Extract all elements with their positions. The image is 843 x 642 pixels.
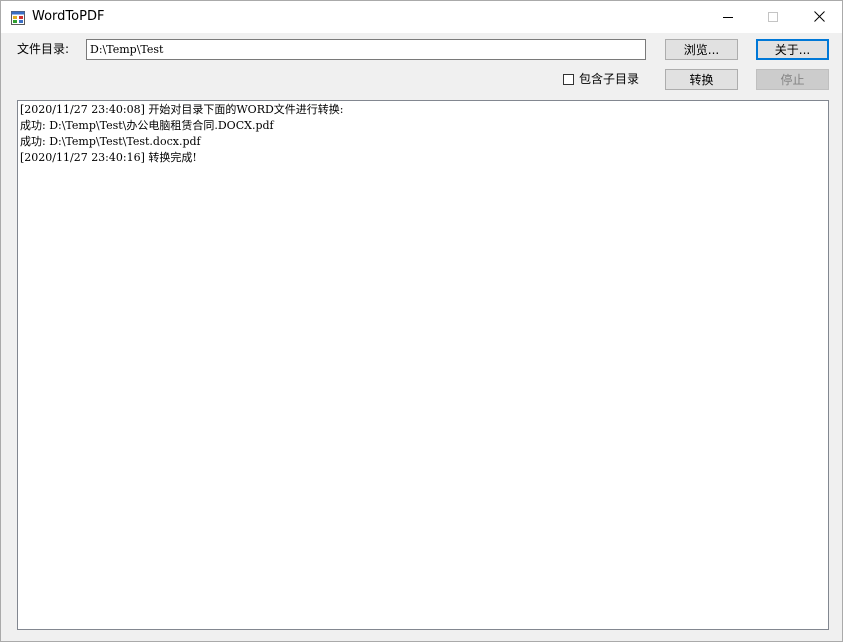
directory-input[interactable]: [86, 39, 646, 60]
stop-button: 停止: [756, 69, 829, 90]
log-line: 成功: D:\Temp\Test\办公电脑租赁合同.DOCX.pdf: [20, 119, 274, 132]
title-bar[interactable]: WordToPDF: [1, 1, 842, 33]
maximize-icon: [768, 7, 778, 26]
close-icon: [813, 7, 825, 26]
window-title: WordToPDF: [32, 9, 105, 24]
include-subdirs-checkbox[interactable]: 包含子目录: [563, 71, 639, 87]
minimize-icon: [723, 7, 733, 26]
browse-button[interactable]: 浏览...: [665, 39, 738, 60]
main-window: WordToPDF 文件目录: 浏览... 关于... 包含子目录 转换 停止 …: [0, 0, 843, 642]
minimize-button[interactable]: [705, 1, 751, 32]
close-button[interactable]: [796, 1, 842, 32]
log-line: 成功: D:\Temp\Test\Test.docx.pdf: [20, 135, 201, 148]
convert-button[interactable]: 转换: [665, 69, 738, 90]
log-line: [2020/11/27 23:40:16] 转换完成!: [20, 151, 197, 164]
log-line: [2020/11/27 23:40:08] 开始对目录下面的WORD文件进行转换…: [20, 103, 344, 116]
about-button[interactable]: 关于...: [756, 39, 829, 60]
directory-label: 文件目录:: [17, 42, 70, 56]
app-icon: [11, 10, 25, 25]
checkbox-box[interactable]: [563, 73, 574, 85]
include-subdirs-label: 包含子目录: [579, 72, 640, 86]
log-output[interactable]: [2020/11/27 23:40:08] 开始对目录下面的WORD文件进行转换…: [17, 100, 829, 630]
maximize-button: [750, 1, 796, 32]
